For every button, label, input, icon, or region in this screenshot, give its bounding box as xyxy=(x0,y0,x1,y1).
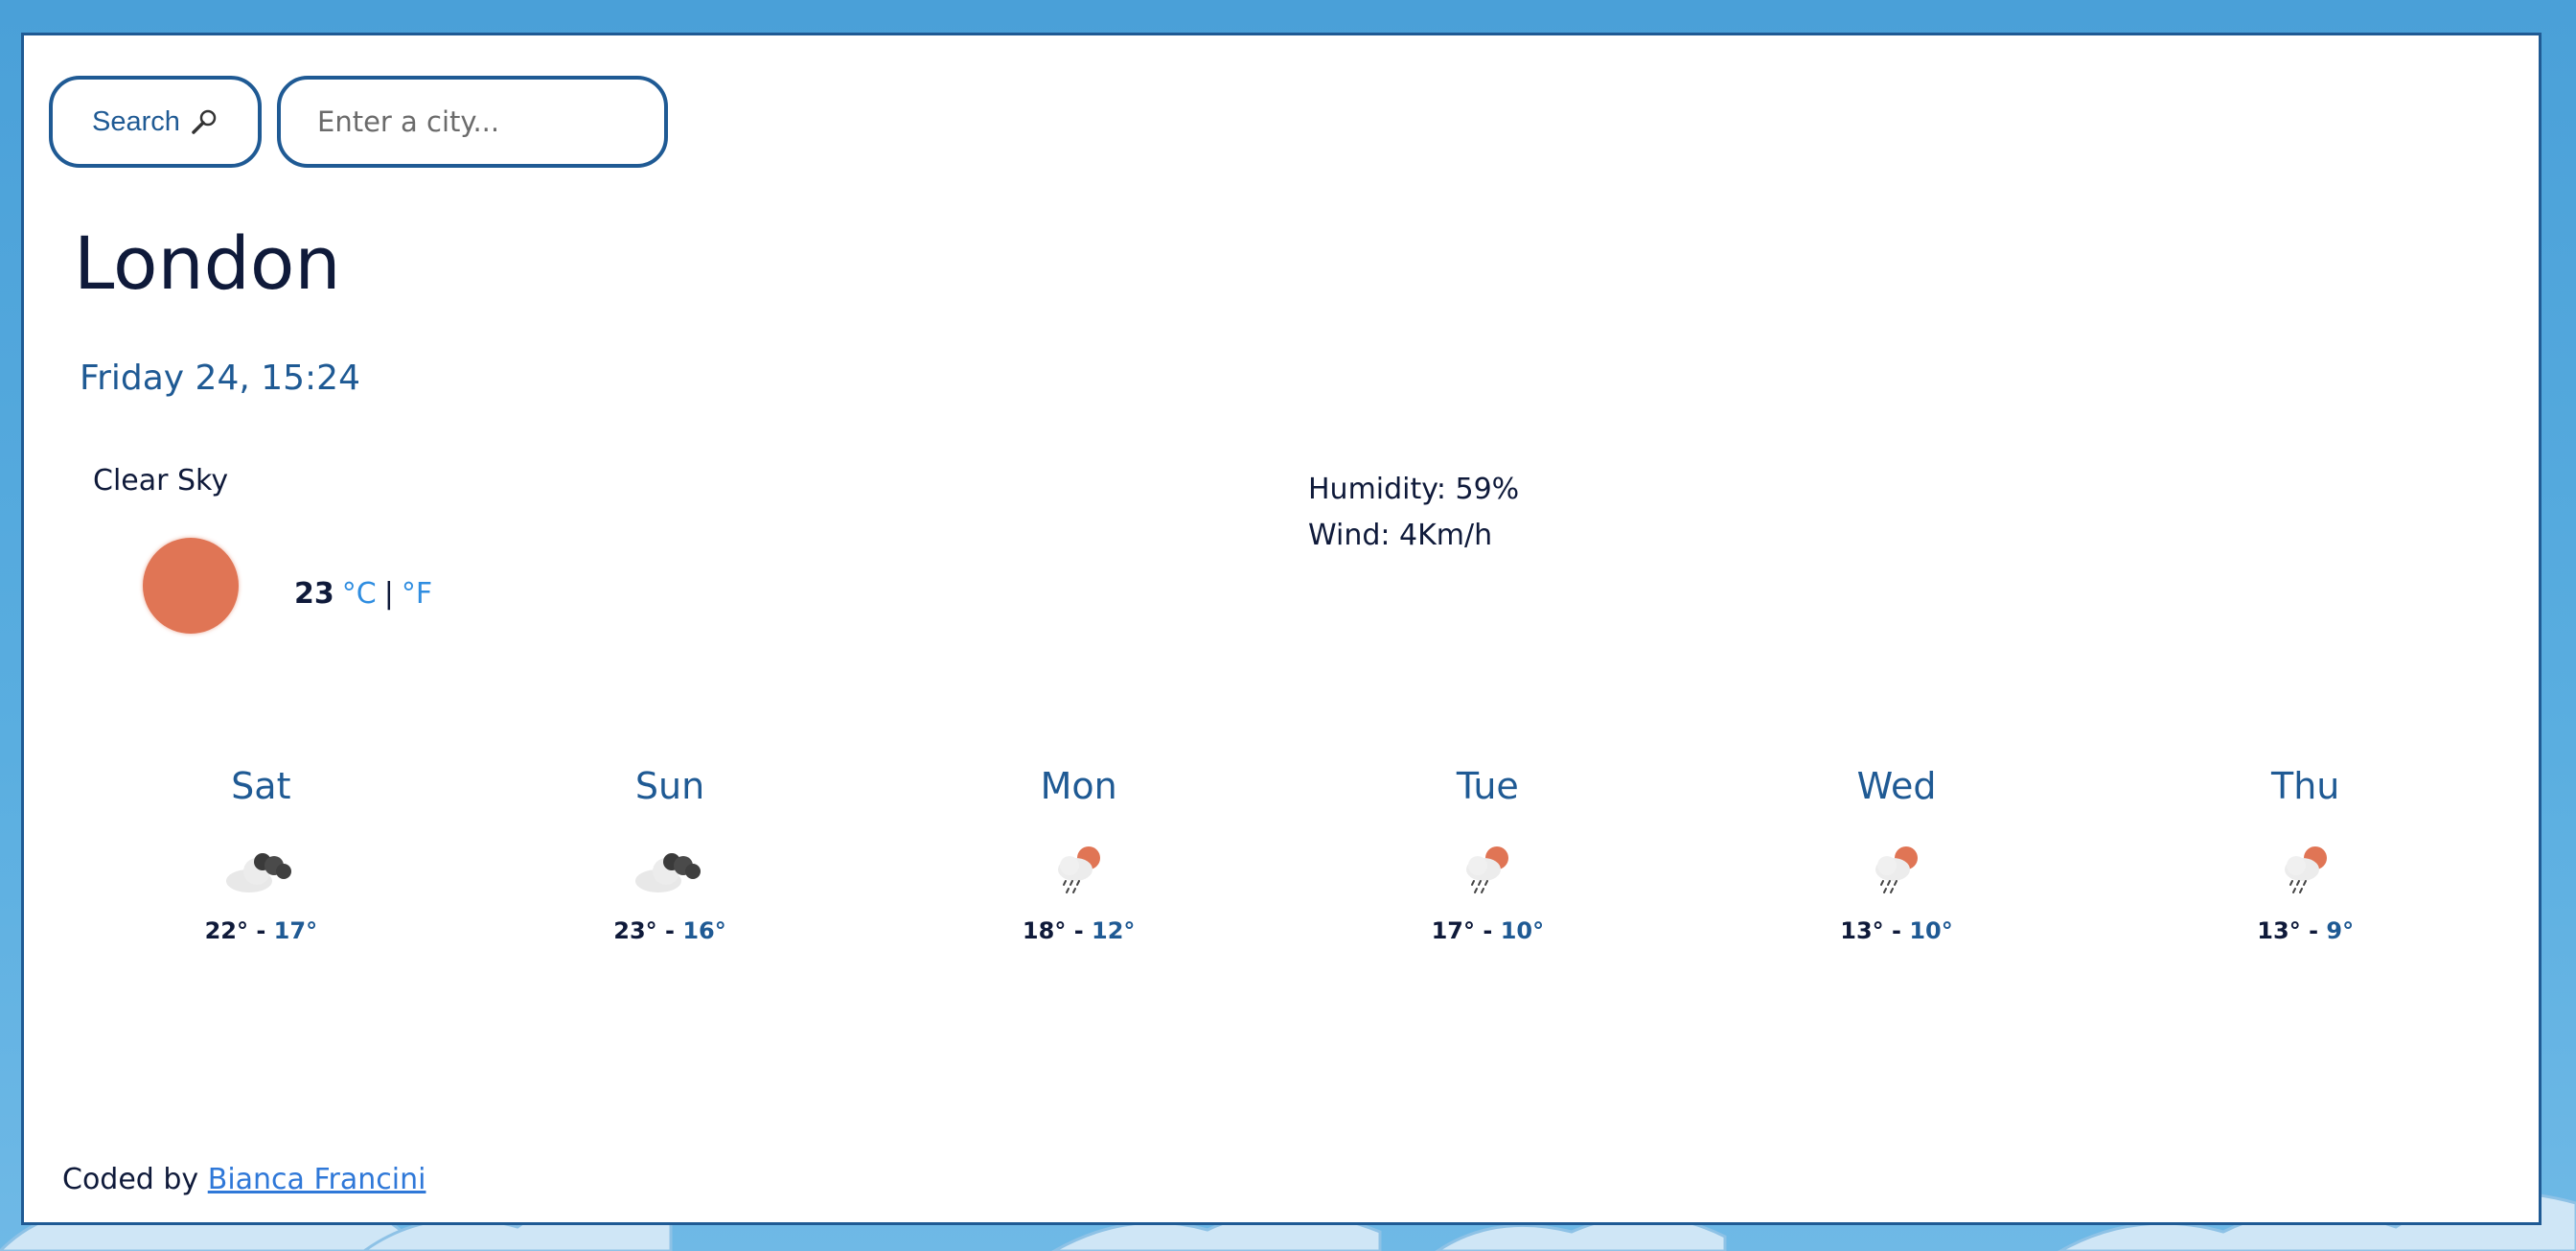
weather-description: Clear Sky xyxy=(93,464,229,498)
forecast-high: 13° xyxy=(2257,917,2301,944)
forecast-high: 23° xyxy=(613,917,657,944)
forecast-sep: - xyxy=(256,917,266,944)
forecast-sep: - xyxy=(665,917,675,944)
city-search-input[interactable] xyxy=(277,76,668,168)
celsius-link[interactable]: °C xyxy=(342,580,377,609)
forecast-day-name: Tue xyxy=(1456,765,1519,807)
unit-separator: | xyxy=(383,577,394,611)
search-row: Search xyxy=(49,76,668,168)
forecast-day: Sat 22° - 17° xyxy=(57,764,466,944)
forecast-low: 10° xyxy=(1909,917,1953,944)
humidity: Humidity: 59% xyxy=(1308,473,1520,506)
forecast-low: 10° xyxy=(1500,917,1545,944)
sun-rain-cloud-icon xyxy=(1466,846,1509,893)
sun-rain-cloud-icon xyxy=(1057,846,1100,893)
fahrenheit-link[interactable]: °F xyxy=(402,580,432,609)
forecast-day-name: Wed xyxy=(1856,765,1937,807)
forecast-day-name: Sun xyxy=(634,765,705,807)
current-datetime: Friday 24, 15:24 xyxy=(80,359,360,398)
search-button[interactable]: Search xyxy=(49,76,262,168)
author-link[interactable]: Bianca Francini xyxy=(208,1163,426,1196)
search-button-label: Search xyxy=(92,105,180,137)
footer: Coded by Bianca Francini xyxy=(62,1163,426,1196)
forecast-day: Mon 18° - 12° xyxy=(874,764,1283,944)
forecast-low: 16° xyxy=(682,917,726,944)
sun-rain-cloud-icon xyxy=(2284,846,2327,893)
city-name: London xyxy=(74,220,341,306)
forecast-sep: - xyxy=(1892,917,1901,944)
weather-details: Humidity: 59% Wind: 4Km/h xyxy=(1308,467,1519,559)
weather-card: Search London Friday 24, 15:24 Clear Sky… xyxy=(21,33,2542,1225)
temperature-value: 23 xyxy=(294,577,334,611)
forecast-sep: - xyxy=(1073,917,1084,944)
forecast-day-name: Thu xyxy=(2271,765,2340,807)
footer-prefix: Coded by xyxy=(62,1163,199,1196)
forecast-day: Thu 13° - 9° xyxy=(2101,764,2510,944)
forecast-low: 17° xyxy=(273,917,318,944)
forecast-high: 18° xyxy=(1022,917,1067,944)
forecast-day: Sun 23° - 16° xyxy=(466,764,875,944)
dark-cloud-icon xyxy=(226,853,292,892)
forecast-day-name: Sat xyxy=(231,765,291,807)
forecast-temps: 17° - 10° xyxy=(1432,917,1545,944)
forecast-high: 13° xyxy=(1840,917,1884,944)
forecast-day: Wed 13° - 10° xyxy=(1692,764,2102,944)
forecast-high: 22° xyxy=(204,917,248,944)
dark-cloud-icon xyxy=(635,853,701,892)
forecast-temps: 13° - 10° xyxy=(1840,917,1953,944)
forecast-temps: 13° - 9° xyxy=(2257,917,2354,944)
forecast-day-name: Mon xyxy=(1040,765,1117,807)
sun-icon xyxy=(143,538,239,634)
forecast-low: 12° xyxy=(1092,917,1136,944)
wind: Wind: 4Km/h xyxy=(1308,519,1493,552)
sun-rain-cloud-icon xyxy=(1875,846,1919,893)
magnifier-icon xyxy=(192,109,217,134)
forecast-day: Tue 17° - 10° xyxy=(1283,764,1692,944)
forecast-temps: 22° - 17° xyxy=(205,917,318,944)
forecast-low: 9° xyxy=(2326,917,2355,944)
forecast-sep: - xyxy=(2309,917,2319,944)
forecast-sep: - xyxy=(1483,917,1493,944)
current-temperature: 23 °C | °F xyxy=(294,580,432,609)
forecast-temps: 18° - 12° xyxy=(1023,917,1136,944)
forecast-high: 17° xyxy=(1431,917,1475,944)
forecast: Sat 22° - 17° Sun 23° - 16° Mon 18° - 12… xyxy=(57,764,2510,944)
forecast-temps: 23° - 16° xyxy=(613,917,726,944)
